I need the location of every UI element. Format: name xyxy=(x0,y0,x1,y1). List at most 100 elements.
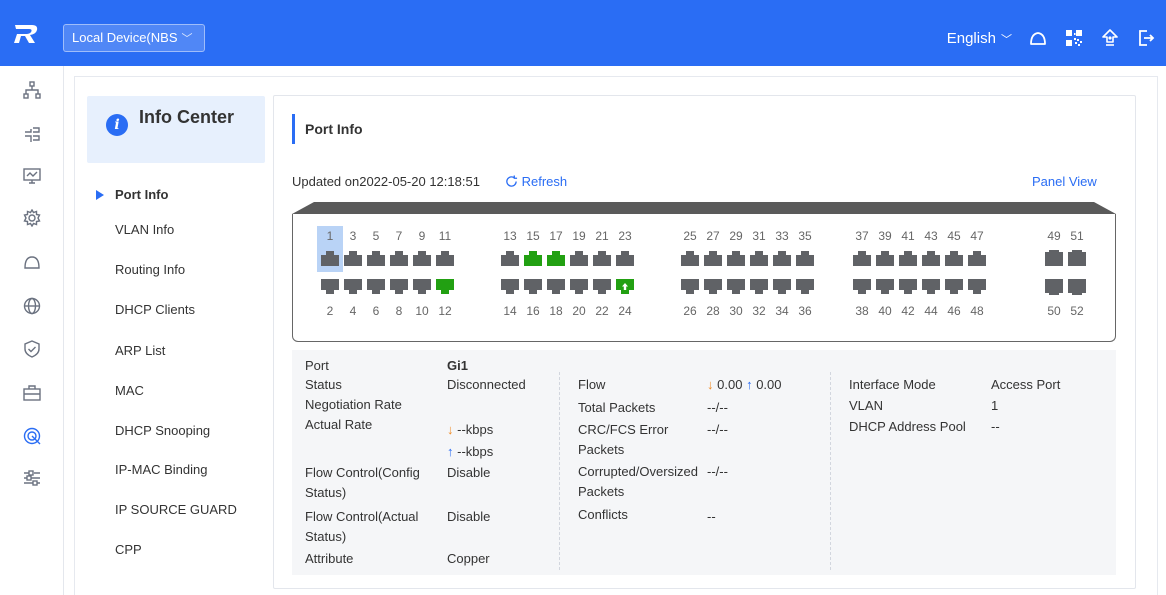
menu-item-dhcp-snooping[interactable]: DHCP Snooping xyxy=(87,419,265,443)
menu-item-ip-mac-binding[interactable]: IP-MAC Binding xyxy=(87,458,265,482)
port-26[interactable] xyxy=(681,279,699,295)
language-select[interactable]: English ﹀ xyxy=(947,30,1012,47)
port-24[interactable] xyxy=(616,279,634,295)
port-38[interactable] xyxy=(853,279,871,295)
port-11[interactable] xyxy=(436,250,454,266)
port-number-label: 30 xyxy=(729,304,743,318)
flow-value: ↓ 0.00 ↑ 0.00 xyxy=(707,375,782,395)
port-48[interactable] xyxy=(968,279,986,295)
port-18[interactable] xyxy=(547,279,565,295)
info-center-header: i Info Center xyxy=(87,96,265,163)
port-2[interactable] xyxy=(321,279,339,295)
settings-icon[interactable] xyxy=(22,208,42,228)
port-49[interactable] xyxy=(1045,250,1063,266)
menu-item-routing-info[interactable]: Routing Info xyxy=(87,258,265,282)
port-5[interactable] xyxy=(367,250,385,266)
vlan-value: 1 xyxy=(991,398,999,413)
port-28[interactable] xyxy=(704,279,722,295)
port-40[interactable] xyxy=(876,279,894,295)
port-16[interactable] xyxy=(524,279,542,295)
port-29[interactable] xyxy=(727,250,745,266)
port-number-label: 2 xyxy=(326,304,334,318)
port-19[interactable] xyxy=(570,250,588,266)
qr-code-icon[interactable] xyxy=(1064,28,1084,48)
port-51[interactable] xyxy=(1068,250,1086,266)
menu-item-label: VLAN Info xyxy=(115,222,175,237)
port-7[interactable] xyxy=(390,250,408,266)
port-33[interactable] xyxy=(773,250,791,266)
port-34[interactable] xyxy=(773,279,791,295)
port-50[interactable] xyxy=(1045,279,1063,295)
port-37[interactable] xyxy=(853,250,871,266)
port-23[interactable] xyxy=(616,250,634,266)
port-number-label: 29 xyxy=(729,229,743,243)
port-17[interactable] xyxy=(547,250,565,266)
port-6[interactable] xyxy=(367,279,385,295)
port-1[interactable] xyxy=(321,250,339,266)
network-icon[interactable] xyxy=(22,124,42,144)
port-43[interactable] xyxy=(922,250,940,266)
menu-item-port-info[interactable]: Port Info xyxy=(87,183,265,207)
port-35[interactable] xyxy=(796,250,814,266)
menu-item-arp-list[interactable]: ARP List xyxy=(87,339,265,363)
port-number-label: 45 xyxy=(947,229,961,243)
port-12[interactable] xyxy=(436,279,454,295)
port-13[interactable] xyxy=(501,250,519,266)
menu-item-dhcp-clients[interactable]: DHCP Clients xyxy=(87,298,265,322)
toolbox-icon[interactable] xyxy=(22,383,42,403)
port-44[interactable] xyxy=(922,279,940,295)
negotiation-rate-label: Negotiation Rate xyxy=(305,397,402,412)
port-36[interactable] xyxy=(796,279,814,295)
arrow-down-icon: ↓ xyxy=(447,422,458,437)
port-3[interactable] xyxy=(344,250,362,266)
topology-icon[interactable] xyxy=(22,80,42,100)
port-41[interactable] xyxy=(899,250,917,266)
port-32[interactable] xyxy=(750,279,768,295)
advanced-icon[interactable] xyxy=(22,468,42,488)
cloud-icon[interactable] xyxy=(22,252,42,272)
port-39[interactable] xyxy=(876,250,894,266)
menu-item-ip-source-guard[interactable]: IP SOURCE GUARD xyxy=(87,498,265,522)
logout-icon[interactable] xyxy=(1136,28,1156,48)
globe-icon[interactable] xyxy=(22,296,42,316)
port-10[interactable] xyxy=(413,279,431,295)
port-number-label: 25 xyxy=(683,229,697,243)
port-31[interactable] xyxy=(750,250,768,266)
info-center-icon[interactable] xyxy=(22,426,42,446)
cloud-icon[interactable] xyxy=(1028,28,1048,48)
panel-view-link[interactable]: Panel View xyxy=(1032,174,1097,189)
column-divider xyxy=(559,372,560,570)
menu-item-mac[interactable]: MAC xyxy=(87,379,265,403)
port-8[interactable] xyxy=(390,279,408,295)
monitor-icon[interactable] xyxy=(22,166,42,186)
port-27[interactable] xyxy=(704,250,722,266)
port-30[interactable] xyxy=(727,279,745,295)
shield-icon[interactable] xyxy=(22,339,42,359)
actual-rate-down: ↓ --kbps xyxy=(447,420,493,440)
port-20[interactable] xyxy=(570,279,588,295)
port-4[interactable] xyxy=(344,279,362,295)
port-46[interactable] xyxy=(945,279,963,295)
port-45[interactable] xyxy=(945,250,963,266)
port-42[interactable] xyxy=(899,279,917,295)
upgrade-icon[interactable] xyxy=(1100,28,1120,48)
status-value: Disconnected xyxy=(447,377,526,392)
port-number-label: 32 xyxy=(752,304,766,318)
port-47[interactable] xyxy=(968,250,986,266)
menu-item-vlan-info[interactable]: VLAN Info xyxy=(87,218,265,242)
port-21[interactable] xyxy=(593,250,611,266)
refresh-label: Refresh xyxy=(521,174,568,189)
port-15[interactable] xyxy=(524,250,542,266)
port-22[interactable] xyxy=(593,279,611,295)
brand-logo[interactable] xyxy=(12,20,40,48)
port-52[interactable] xyxy=(1068,279,1086,295)
port-25[interactable] xyxy=(681,250,699,266)
vlan-label: VLAN xyxy=(849,398,883,413)
device-select[interactable]: Local Device(NBS ﹀ xyxy=(63,24,205,52)
port-14[interactable] xyxy=(501,279,519,295)
info-center-title: Info Center xyxy=(139,107,235,127)
refresh-button[interactable]: Refresh xyxy=(505,174,567,189)
column-divider xyxy=(830,372,831,570)
port-9[interactable] xyxy=(413,250,431,266)
menu-item-cpp[interactable]: CPP xyxy=(87,538,265,562)
